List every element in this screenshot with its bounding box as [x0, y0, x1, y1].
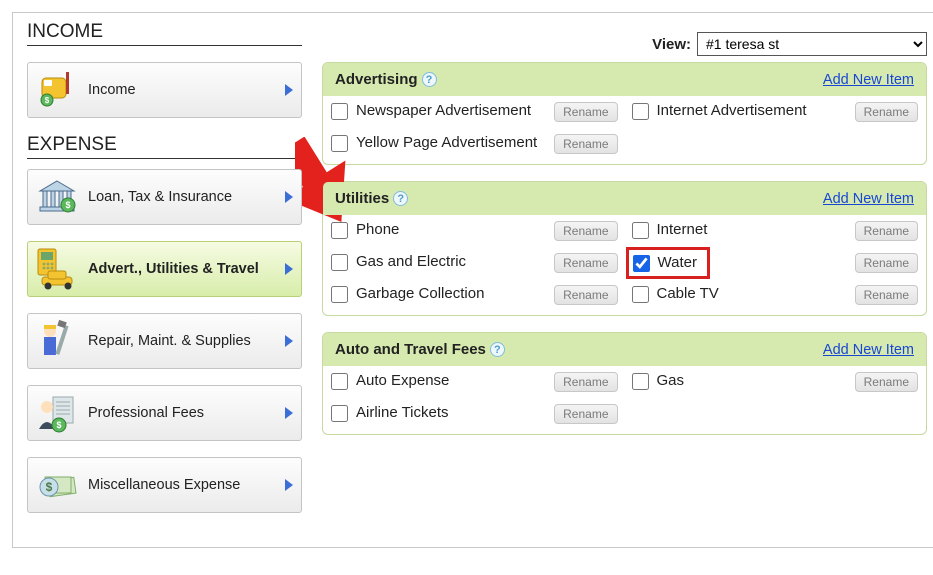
label-gas: Gas: [657, 372, 685, 390]
group-utilities: Utilities ? Add New Item Phone Rename In…: [322, 181, 927, 316]
nav-repair-maint-supplies[interactable]: Repair, Maint. & Supplies: [27, 313, 302, 369]
bank-icon: $: [34, 175, 80, 219]
view-select[interactable]: #1 teresa st: [697, 32, 927, 56]
chevron-right-icon: [285, 407, 293, 419]
checkbox-gas-electric[interactable]: [331, 254, 348, 271]
worker-icon: [34, 319, 80, 363]
chevron-right-icon: [285, 263, 293, 275]
label-newspaper-ad: Newspaper Advertisement: [356, 102, 531, 120]
svg-text:$: $: [56, 420, 61, 430]
add-item-utilities[interactable]: Add New Item: [823, 191, 914, 207]
view-label: View:: [652, 36, 691, 53]
checkbox-auto-expense[interactable]: [331, 373, 348, 390]
checkbox-phone[interactable]: [331, 222, 348, 239]
chevron-right-icon: [285, 191, 293, 203]
checkbox-airline[interactable]: [331, 405, 348, 422]
checkbox-cable-tv[interactable]: [632, 286, 649, 303]
add-item-advertising[interactable]: Add New Item: [823, 72, 914, 88]
nav-professional-fees[interactable]: $ Professional Fees: [27, 385, 302, 441]
group-auto-travel: Auto and Travel Fees ? Add New Item Auto…: [322, 332, 927, 435]
rename-gas-electric[interactable]: Rename: [554, 253, 617, 273]
help-icon[interactable]: ?: [422, 72, 437, 87]
rename-auto-expense[interactable]: Rename: [554, 372, 617, 392]
group-advertising: Advertising ? Add New Item Newspaper Adv…: [322, 62, 927, 165]
nav-miscellaneous-expense[interactable]: $ Miscellaneous Expense: [27, 457, 302, 513]
expense-section-header: EXPENSE: [27, 134, 302, 159]
nav-repair-label: Repair, Maint. & Supplies: [80, 333, 285, 349]
group-utilities-title: Utilities: [335, 190, 389, 207]
money-stack-icon: $: [34, 463, 80, 507]
highlighted-water-item: Water: [626, 247, 710, 279]
nav-misc-label: Miscellaneous Expense: [80, 477, 285, 493]
label-garbage: Garbage Collection: [356, 285, 484, 303]
label-internet: Internet: [657, 221, 708, 239]
help-icon[interactable]: ?: [490, 342, 505, 357]
label-auto-expense: Auto Expense: [356, 372, 449, 390]
checkbox-newspaper-ad[interactable]: [331, 103, 348, 120]
income-section-header: INCOME: [27, 21, 302, 46]
checkbox-internet-ad[interactable]: [632, 103, 649, 120]
group-advertising-title: Advertising: [335, 71, 418, 88]
label-water: Water: [658, 254, 697, 272]
add-item-auto-travel[interactable]: Add New Item: [823, 342, 914, 358]
nav-prof-label: Professional Fees: [80, 405, 285, 421]
nav-advert-utilities-travel[interactable]: Advert., Utilities & Travel: [27, 241, 302, 297]
rename-newspaper-ad[interactable]: Rename: [554, 102, 617, 122]
rename-cable-tv[interactable]: Rename: [855, 285, 918, 305]
label-yellowpage-ad: Yellow Page Advertisement: [356, 134, 537, 152]
content-area: Advertising ? Add New Item Newspaper Adv…: [322, 62, 927, 529]
rename-phone[interactable]: Rename: [554, 221, 617, 241]
label-cable-tv: Cable TV: [657, 285, 719, 303]
rename-garbage[interactable]: Rename: [554, 285, 617, 305]
settings-panel: INCOME View: #1 teresa st $ In: [12, 12, 933, 548]
chevron-right-icon: [285, 479, 293, 491]
rename-yellowpage-ad[interactable]: Rename: [554, 134, 617, 154]
left-nav: $ Income EXPENSE: [27, 62, 302, 529]
svg-text:$: $: [45, 96, 50, 105]
chevron-right-icon: [285, 84, 293, 96]
nav-income[interactable]: $ Income: [27, 62, 302, 118]
checkbox-water[interactable]: [633, 255, 650, 272]
rename-water[interactable]: Rename: [855, 253, 918, 273]
label-airline: Airline Tickets: [356, 404, 449, 422]
rename-internet[interactable]: Rename: [855, 221, 918, 241]
nav-advert-label: Advert., Utilities & Travel: [80, 261, 285, 277]
chevron-right-icon: [285, 335, 293, 347]
mailbox-icon: $: [34, 68, 80, 112]
checkbox-yellowpage-ad[interactable]: [331, 135, 348, 152]
checkbox-gas[interactable]: [632, 373, 649, 390]
rename-gas[interactable]: Rename: [855, 372, 918, 392]
rename-airline[interactable]: Rename: [554, 404, 617, 424]
svg-text:$: $: [46, 480, 53, 494]
rename-internet-ad[interactable]: Rename: [855, 102, 918, 122]
label-phone: Phone: [356, 221, 399, 239]
nav-loan-tax-insurance[interactable]: $ Loan, Tax & Insurance: [27, 169, 302, 225]
help-icon[interactable]: ?: [393, 191, 408, 206]
group-auto-travel-title: Auto and Travel Fees: [335, 341, 486, 358]
phone-car-icon: [34, 247, 80, 291]
svg-text:$: $: [65, 200, 70, 210]
nav-income-label: Income: [80, 82, 285, 98]
label-gas-electric: Gas and Electric: [356, 253, 466, 271]
checkbox-internet[interactable]: [632, 222, 649, 239]
checkbox-garbage[interactable]: [331, 286, 348, 303]
person-document-icon: $: [34, 391, 80, 435]
label-internet-ad: Internet Advertisement: [657, 102, 807, 120]
nav-loan-label: Loan, Tax & Insurance: [80, 189, 285, 205]
